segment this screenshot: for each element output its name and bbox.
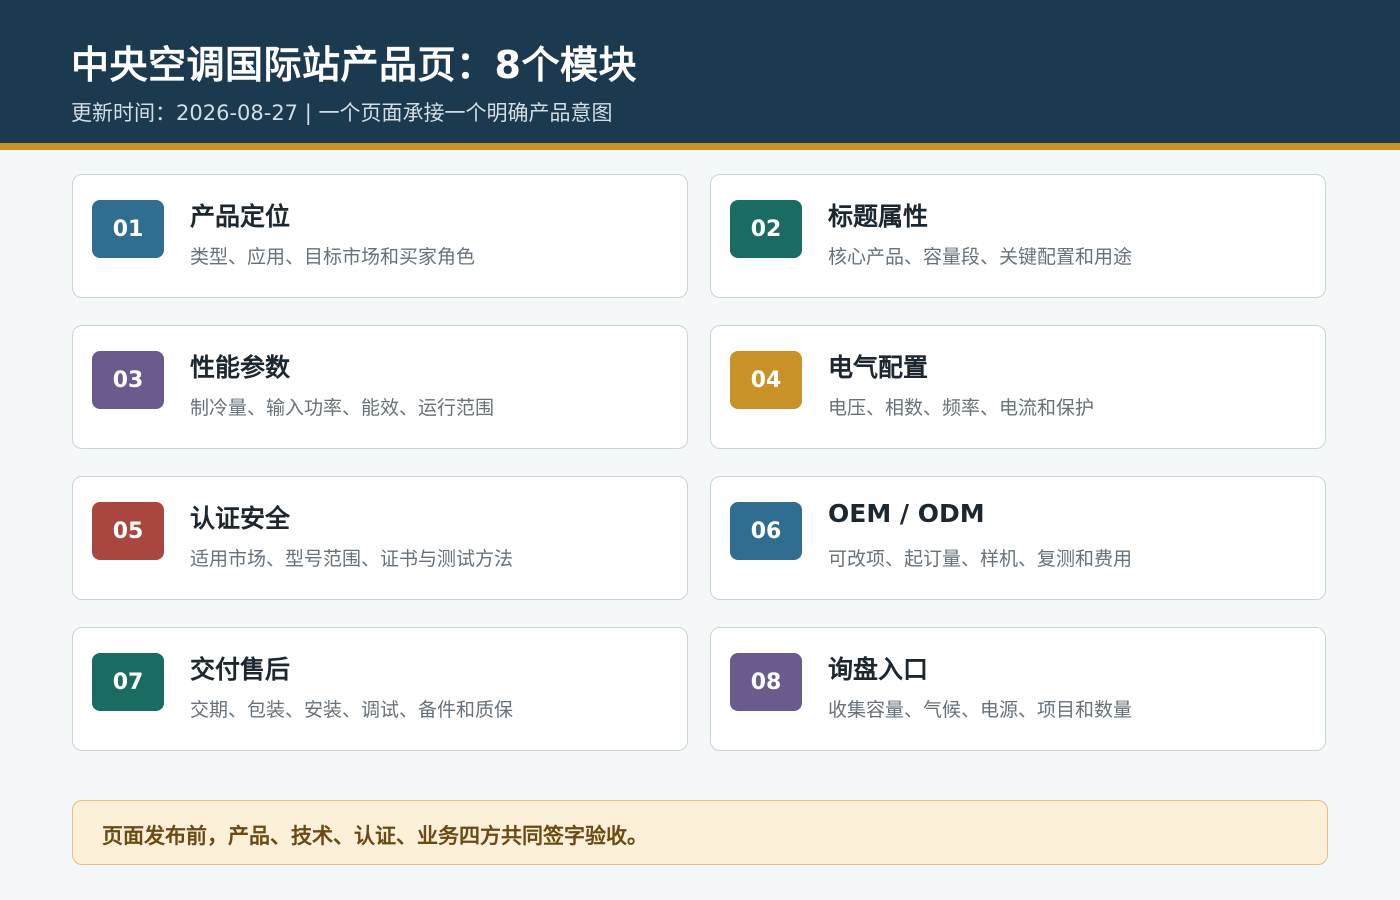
module-title: 询盘入口 — [828, 655, 929, 684]
header-accent-bar — [0, 143, 1400, 150]
module-title: 认证安全 — [190, 504, 291, 533]
module-description: 电压、相数、频率、电流和保护 — [828, 397, 1095, 419]
module-card-04: 04 电气配置 电压、相数、频率、电流和保护 — [710, 325, 1326, 449]
module-description: 制冷量、输入功率、能效、运行范围 — [190, 397, 495, 419]
module-title: 电气配置 — [828, 353, 929, 382]
module-card-02: 02 标题属性 核心产品、容量段、关键配置和用途 — [710, 174, 1326, 298]
page-title: 中央空调国际站产品页：8个模块 — [71, 43, 637, 87]
module-description: 类型、应用、目标市场和买家角色 — [190, 246, 476, 268]
module-number-badge: 07 — [92, 653, 164, 711]
module-card-03: 03 性能参数 制冷量、输入功率、能效、运行范围 — [72, 325, 688, 449]
page-header: 中央空调国际站产品页：8个模块 更新时间：2026-08-27 | 一个页面承接… — [0, 0, 1400, 143]
module-title: 标题属性 — [828, 202, 929, 231]
module-card-01: 01 产品定位 类型、应用、目标市场和买家角色 — [72, 174, 688, 298]
module-title: 性能参数 — [190, 353, 291, 382]
module-description: 核心产品、容量段、关键配置和用途 — [828, 246, 1133, 268]
module-number-badge: 08 — [730, 653, 802, 711]
module-description: 适用市场、型号范围、证书与测试方法 — [190, 548, 514, 570]
module-card-06: 06 OEM / ODM 可改项、起订量、样机、复测和费用 — [710, 476, 1326, 600]
page-subtitle: 更新时间：2026-08-27 | 一个页面承接一个明确产品意图 — [71, 101, 613, 125]
module-card-08: 08 询盘入口 收集容量、气候、电源、项目和数量 — [710, 627, 1326, 751]
module-number-badge: 05 — [92, 502, 164, 560]
module-description: 可改项、起订量、样机、复测和费用 — [828, 548, 1133, 570]
module-card-05: 05 认证安全 适用市场、型号范围、证书与测试方法 — [72, 476, 688, 600]
module-number-badge: 02 — [730, 200, 802, 258]
module-description: 交期、包装、安装、调试、备件和质保 — [190, 699, 514, 721]
module-number-badge: 01 — [92, 200, 164, 258]
signoff-note: 页面发布前，产品、技术、认证、业务四方共同签字验收。 — [72, 800, 1328, 865]
module-card-07: 07 交付售后 交期、包装、安装、调试、备件和质保 — [72, 627, 688, 751]
module-title: 产品定位 — [190, 202, 291, 231]
signoff-note-text: 页面发布前，产品、技术、认证、业务四方共同签字验收。 — [102, 824, 648, 848]
module-title: OEM / ODM — [828, 499, 985, 528]
module-number-badge: 03 — [92, 351, 164, 409]
module-title: 交付售后 — [190, 655, 291, 684]
module-number-badge: 04 — [730, 351, 802, 409]
module-description: 收集容量、气候、电源、项目和数量 — [828, 699, 1133, 721]
module-number-badge: 06 — [730, 502, 802, 560]
